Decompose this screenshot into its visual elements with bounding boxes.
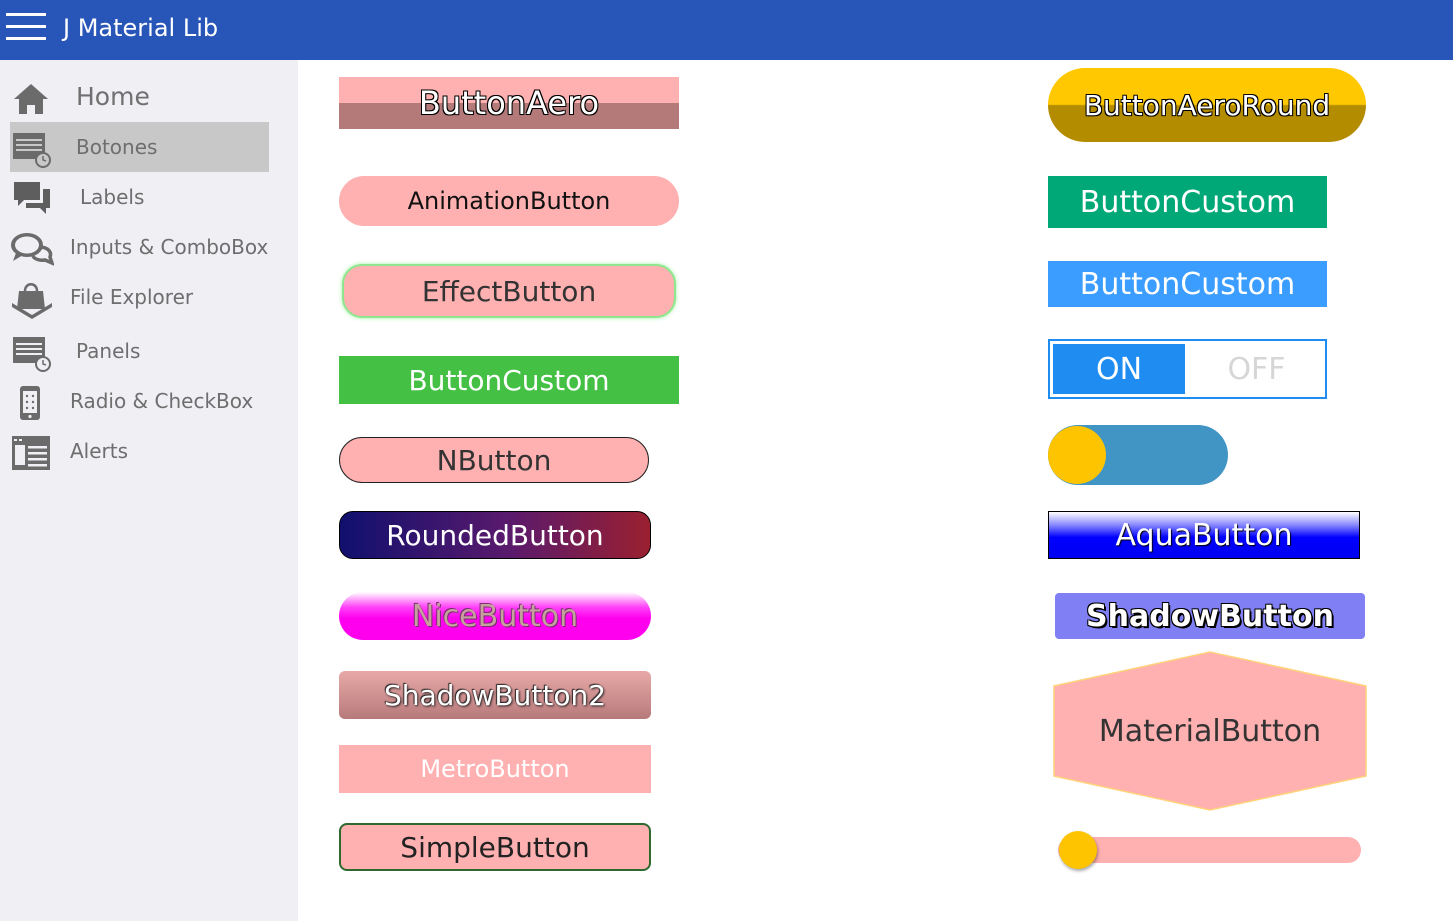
slider[interactable] xyxy=(1058,830,1361,870)
shopping-bag-icon xyxy=(12,283,52,319)
slider-track[interactable] xyxy=(1058,837,1361,863)
speech-bubbles-icon xyxy=(11,233,54,266)
shadow-button[interactable]: ShadowButton xyxy=(1055,593,1365,639)
sidebar-item-panels[interactable]: Panels xyxy=(10,326,269,376)
list-clock-icon xyxy=(13,133,51,168)
on-off-toggle[interactable]: ON OFF xyxy=(1048,339,1327,399)
switch-knob[interactable] xyxy=(1048,426,1106,484)
sidebar: Home Botones Labels Inputs & ComboBox Fi… xyxy=(0,60,298,921)
sidebar-item-label: File Explorer xyxy=(70,285,194,309)
chat-bubbles-icon xyxy=(14,182,50,214)
sidebar-item-label: Botones xyxy=(76,135,158,159)
sidebar-item-label: Alerts xyxy=(70,439,129,463)
button-aero[interactable]: ButtonAero xyxy=(339,77,679,129)
home-icon xyxy=(14,84,48,114)
effect-button[interactable]: EffectButton xyxy=(342,264,676,318)
list-clock-icon xyxy=(13,337,51,372)
sidebar-item-botones[interactable]: Botones xyxy=(10,122,269,172)
sidebar-item-home[interactable]: Home xyxy=(10,72,269,122)
aqua-button[interactable]: AquaButton xyxy=(1048,511,1360,559)
metro-button[interactable]: MetroButton xyxy=(339,745,651,793)
sidebar-item-radio-checkbox[interactable]: Radio & CheckBox xyxy=(10,376,269,426)
toggle-off-option[interactable]: OFF xyxy=(1188,344,1325,394)
sidebar-item-label: Panels xyxy=(76,339,141,363)
phone-icon xyxy=(20,386,40,420)
material-button-label: MaterialButton xyxy=(1098,713,1322,749)
sidebar-item-label: Radio & CheckBox xyxy=(70,389,254,413)
sidebar-item-file-explorer[interactable]: File Explorer xyxy=(10,272,269,322)
hamburger-menu-icon[interactable] xyxy=(6,13,46,43)
button-custom-blue[interactable]: ButtonCustom xyxy=(1048,261,1327,307)
button-custom-teal[interactable]: ButtonCustom xyxy=(1048,176,1327,228)
rounded-button[interactable]: RoundedButton xyxy=(339,511,651,559)
shadow-button-2[interactable]: ShadowButton2 xyxy=(339,671,651,719)
material-button[interactable]: MaterialButton xyxy=(1053,651,1367,811)
button-custom-green[interactable]: ButtonCustom xyxy=(339,356,679,404)
toggle-switch[interactable] xyxy=(1048,425,1228,485)
simple-button[interactable]: SimpleButton xyxy=(339,823,651,871)
animation-button[interactable]: AnimationButton xyxy=(339,176,679,226)
sidebar-item-labels[interactable]: Labels xyxy=(10,172,269,222)
n-button[interactable]: NButton xyxy=(339,437,649,483)
button-aero-round[interactable]: ButtonAeroRound xyxy=(1048,68,1366,142)
nice-button[interactable]: NiceButton xyxy=(339,592,651,640)
sidebar-item-label: Labels xyxy=(80,185,145,209)
toggle-on-option[interactable]: ON xyxy=(1053,344,1185,394)
sidebar-item-label: Inputs & ComboBox xyxy=(70,235,269,259)
window-list-icon xyxy=(12,436,50,470)
slider-thumb[interactable] xyxy=(1059,831,1097,869)
sidebar-item-inputs[interactable]: Inputs & ComboBox xyxy=(10,222,269,272)
app-title: J Material Lib xyxy=(63,14,219,42)
app-header: J Material Lib xyxy=(0,0,1453,60)
sidebar-item-label: Home xyxy=(76,82,150,111)
sidebar-item-alerts[interactable]: Alerts xyxy=(10,426,269,476)
